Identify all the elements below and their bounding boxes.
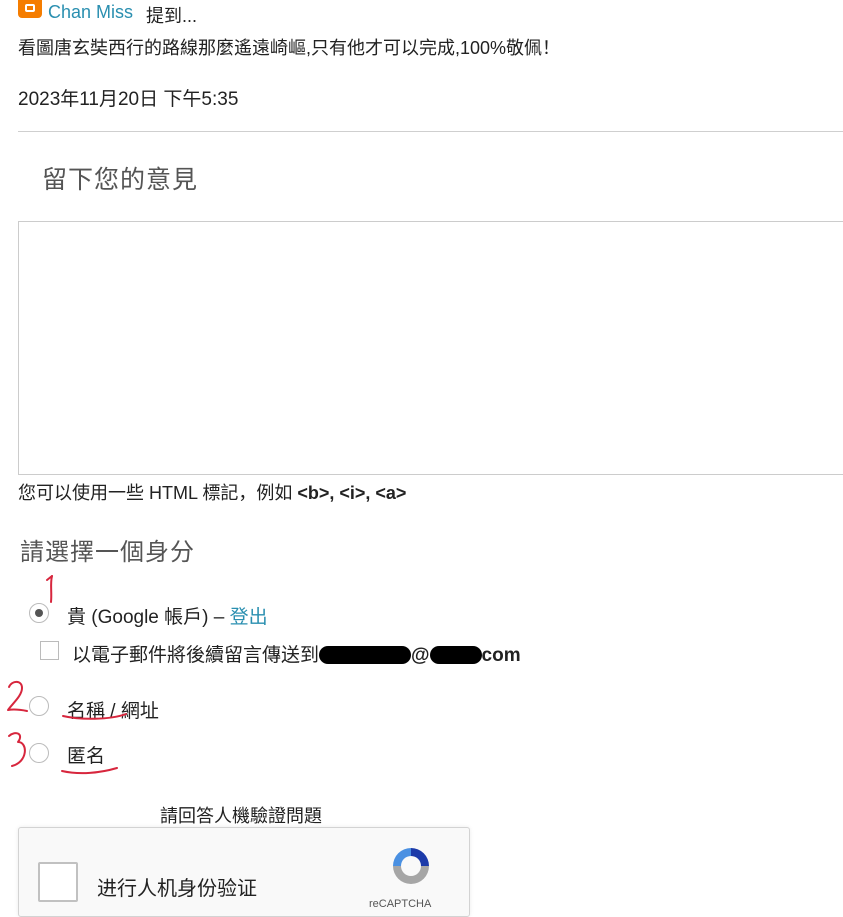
email-followup-label: 以電子郵件將後續留言傳送到 — [72, 645, 320, 666]
annotation-mark-3 — [8, 732, 26, 767]
identity-heading: 請選擇一個身分 — [20, 539, 195, 566]
recaptcha-logo-icon — [393, 848, 429, 884]
comment-timestamp[interactable]: 2023年11月20日 下午5:35 — [18, 84, 238, 111]
google-account-option: 貴 (Google 帳戶) – 登出 — [67, 602, 268, 629]
html-hint-tags: <b>, <i>, <a> — [297, 483, 407, 503]
google-account-label: 貴 (Google 帳戶) – — [67, 607, 225, 628]
html-hint-text: 您可以使用一些 HTML 標記，例如 — [18, 483, 293, 503]
comment-said-label: 提到... — [146, 6, 198, 26]
email-followup-checkbox[interactable] — [40, 641, 59, 660]
google-account-radio[interactable] — [29, 603, 49, 623]
recaptcha-label: 进行人机身份验证 — [97, 878, 257, 900]
annotation-mark-1 — [50, 575, 53, 603]
email-tld: com — [481, 645, 521, 666]
email-at: @ — [411, 645, 430, 666]
comment-author-link[interactable]: Chan Miss — [48, 2, 133, 23]
comment-body: 看圖唐玄奘西行的路線那麼遙遠崎嶇,只有他才可以完成,100%敬佩！ — [18, 38, 561, 58]
captcha-question: 請回答人機驗證問題 — [160, 806, 322, 826]
annotation-underline-anonymous — [61, 767, 118, 775]
name-url-label[interactable]: 名稱 / 網址 — [67, 696, 159, 723]
anonymous-radio[interactable] — [29, 743, 49, 763]
recaptcha-brand: reCAPTCHA — [369, 898, 432, 910]
comment-textarea[interactable] — [18, 221, 843, 475]
blogger-icon — [18, 0, 42, 18]
comment-divider — [18, 131, 843, 132]
recaptcha-checkbox[interactable] — [38, 862, 78, 902]
html-hint: 您可以使用一些 HTML 標記，例如 <b>, <i>, <a> — [18, 479, 406, 505]
anonymous-label[interactable]: 匿名 — [67, 741, 105, 768]
redacted-email-user — [319, 646, 412, 664]
signout-link[interactable]: 登出 — [230, 607, 268, 628]
comment-form-heading: 留下您的意見 — [42, 166, 199, 194]
redacted-email-domain — [429, 646, 482, 664]
email-followup-option: 以電子郵件將後續留言傳送到 @ com — [72, 640, 521, 667]
annotation-mark-2 — [7, 680, 28, 712]
name-url-radio[interactable] — [29, 696, 49, 716]
